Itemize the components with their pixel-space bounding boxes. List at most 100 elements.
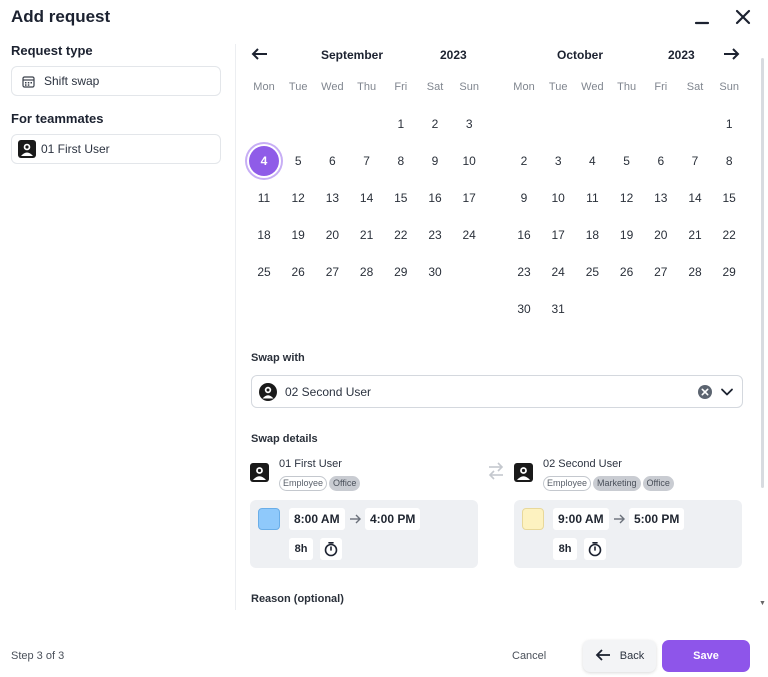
swap-with-select[interactable]: 02 Second User xyxy=(251,375,743,408)
scroll-down-icon[interactable]: ▼ xyxy=(759,600,766,607)
calendar-day[interactable]: 17 xyxy=(454,183,484,213)
calendar-day[interactable]: 4 xyxy=(577,146,607,176)
weekday-label: Sun xyxy=(459,81,479,93)
calendar-day[interactable]: 6 xyxy=(317,146,347,176)
calendar-day[interactable]: 22 xyxy=(386,220,416,250)
request-type-field[interactable]: Shift swap xyxy=(11,66,221,96)
calendar-day[interactable]: 2 xyxy=(420,109,450,139)
weekday-label: Mon xyxy=(253,81,275,93)
calendar-day[interactable]: 10 xyxy=(543,183,573,213)
calendar-day[interactable]: 8 xyxy=(386,146,416,176)
close-button[interactable] xyxy=(729,4,757,32)
calendar-day[interactable]: 9 xyxy=(420,146,450,176)
calendar-day[interactable]: 11 xyxy=(249,183,279,213)
calendar-day[interactable]: 3 xyxy=(454,109,484,139)
calendar-day[interactable]: 14 xyxy=(680,183,710,213)
second-shift-end: 5:00 PM xyxy=(629,508,685,530)
first-shift-start: 8:00 AM xyxy=(289,508,345,530)
calendar-day[interactable]: 7 xyxy=(352,146,382,176)
calendar-day[interactable]: 28 xyxy=(352,257,382,287)
request-type-label: Request type xyxy=(11,43,93,58)
weekday-label: Sat xyxy=(426,81,444,93)
second-user-name: 02 Second User xyxy=(543,458,622,470)
second-shift-start: 9:00 AM xyxy=(553,508,609,530)
calendar-day[interactable]: 14 xyxy=(352,183,382,213)
first-shift-duration: 8h xyxy=(289,538,313,560)
calendar-day[interactable]: 4 xyxy=(249,146,279,176)
calendar-day[interactable]: 29 xyxy=(714,257,744,287)
second-shift-duration: 8h xyxy=(553,538,577,560)
calendar-day[interactable]: 24 xyxy=(543,257,573,287)
teammates-field[interactable]: 01 First User xyxy=(11,134,221,164)
scrollbar-thumb[interactable] xyxy=(761,58,764,488)
user-tag: Employee xyxy=(279,476,328,491)
calendar-day[interactable]: 18 xyxy=(577,220,607,250)
calendar-day[interactable]: 6 xyxy=(646,146,676,176)
calendar-day[interactable]: 22 xyxy=(714,220,744,250)
calendar-day[interactable]: 27 xyxy=(317,257,347,287)
calendar-day[interactable]: 28 xyxy=(680,257,710,287)
calendar-day[interactable]: 7 xyxy=(680,146,710,176)
calendar-day[interactable]: 15 xyxy=(386,183,416,213)
calendar-day[interactable]: 13 xyxy=(646,183,676,213)
calendar-day[interactable]: 23 xyxy=(509,257,539,287)
next-month-button[interactable] xyxy=(724,47,741,66)
step-indicator: Step 3 of 3 xyxy=(11,650,65,662)
timer-icon xyxy=(584,538,606,560)
chevron-down-icon[interactable] xyxy=(719,384,735,405)
first-shift-end: 4:00 PM xyxy=(365,508,421,530)
clear-icon[interactable] xyxy=(697,384,713,405)
calendar-day[interactable]: 15 xyxy=(714,183,744,213)
calendar-day[interactable]: 11 xyxy=(577,183,607,213)
calendar-day[interactable]: 23 xyxy=(420,220,450,250)
calendar-day[interactable]: 25 xyxy=(577,257,607,287)
calendar-day[interactable]: 13 xyxy=(317,183,347,213)
cancel-button[interactable]: Cancel xyxy=(512,650,546,662)
calendar-day[interactable]: 5 xyxy=(283,146,313,176)
calendar-day[interactable]: 19 xyxy=(283,220,313,250)
arrow-right-icon xyxy=(613,512,627,530)
calendar-day[interactable]: 5 xyxy=(612,146,642,176)
calendar-day[interactable]: 10 xyxy=(454,146,484,176)
avatar-icon xyxy=(259,383,277,406)
calendar-day[interactable]: 25 xyxy=(249,257,279,287)
arrow-left-icon xyxy=(251,48,267,60)
calendar-day[interactable]: 8 xyxy=(714,146,744,176)
calendar-day[interactable]: 12 xyxy=(283,183,313,213)
minimize-icon xyxy=(694,21,710,25)
calendar-day[interactable]: 1 xyxy=(386,109,416,139)
calendar-day[interactable]: 18 xyxy=(249,220,279,250)
calendar-day[interactable]: 21 xyxy=(352,220,382,250)
prev-month-button[interactable] xyxy=(251,47,268,66)
calendar-day[interactable]: 21 xyxy=(680,220,710,250)
weekday-label: Mon xyxy=(513,81,535,93)
first-shift-card: 8:00 AM 4:00 PM 8h xyxy=(250,500,478,568)
calendar-day[interactable]: 26 xyxy=(283,257,313,287)
weekday-label: Sat xyxy=(686,81,704,93)
weekday-label: Fri xyxy=(654,81,668,93)
back-label: Back xyxy=(619,650,645,662)
calendar-day[interactable]: 12 xyxy=(612,183,642,213)
calendar-day[interactable]: 27 xyxy=(646,257,676,287)
calendar-day[interactable]: 30 xyxy=(509,294,539,324)
calendar-day[interactable]: 26 xyxy=(612,257,642,287)
back-button[interactable]: Back xyxy=(583,640,656,672)
calendar-day[interactable]: 30 xyxy=(420,257,450,287)
calendar-day[interactable]: 24 xyxy=(454,220,484,250)
calendar-day[interactable]: 2 xyxy=(509,146,539,176)
calendar-day[interactable]: 29 xyxy=(386,257,416,287)
avatar-icon xyxy=(250,463,269,487)
calendar-day[interactable]: 20 xyxy=(646,220,676,250)
minimize-button[interactable] xyxy=(688,4,716,32)
calendar-day[interactable]: 20 xyxy=(317,220,347,250)
calendar-day[interactable]: 9 xyxy=(509,183,539,213)
calendar-day[interactable]: 1 xyxy=(714,109,744,139)
calendar-day[interactable]: 3 xyxy=(543,146,573,176)
save-button[interactable]: Save xyxy=(662,640,750,672)
calendar-day[interactable]: 17 xyxy=(543,220,573,250)
teammate-value: 01 First User xyxy=(41,142,110,156)
calendar-day[interactable]: 31 xyxy=(543,294,573,324)
calendar-day[interactable]: 16 xyxy=(509,220,539,250)
calendar-day[interactable]: 19 xyxy=(612,220,642,250)
calendar-day[interactable]: 16 xyxy=(420,183,450,213)
